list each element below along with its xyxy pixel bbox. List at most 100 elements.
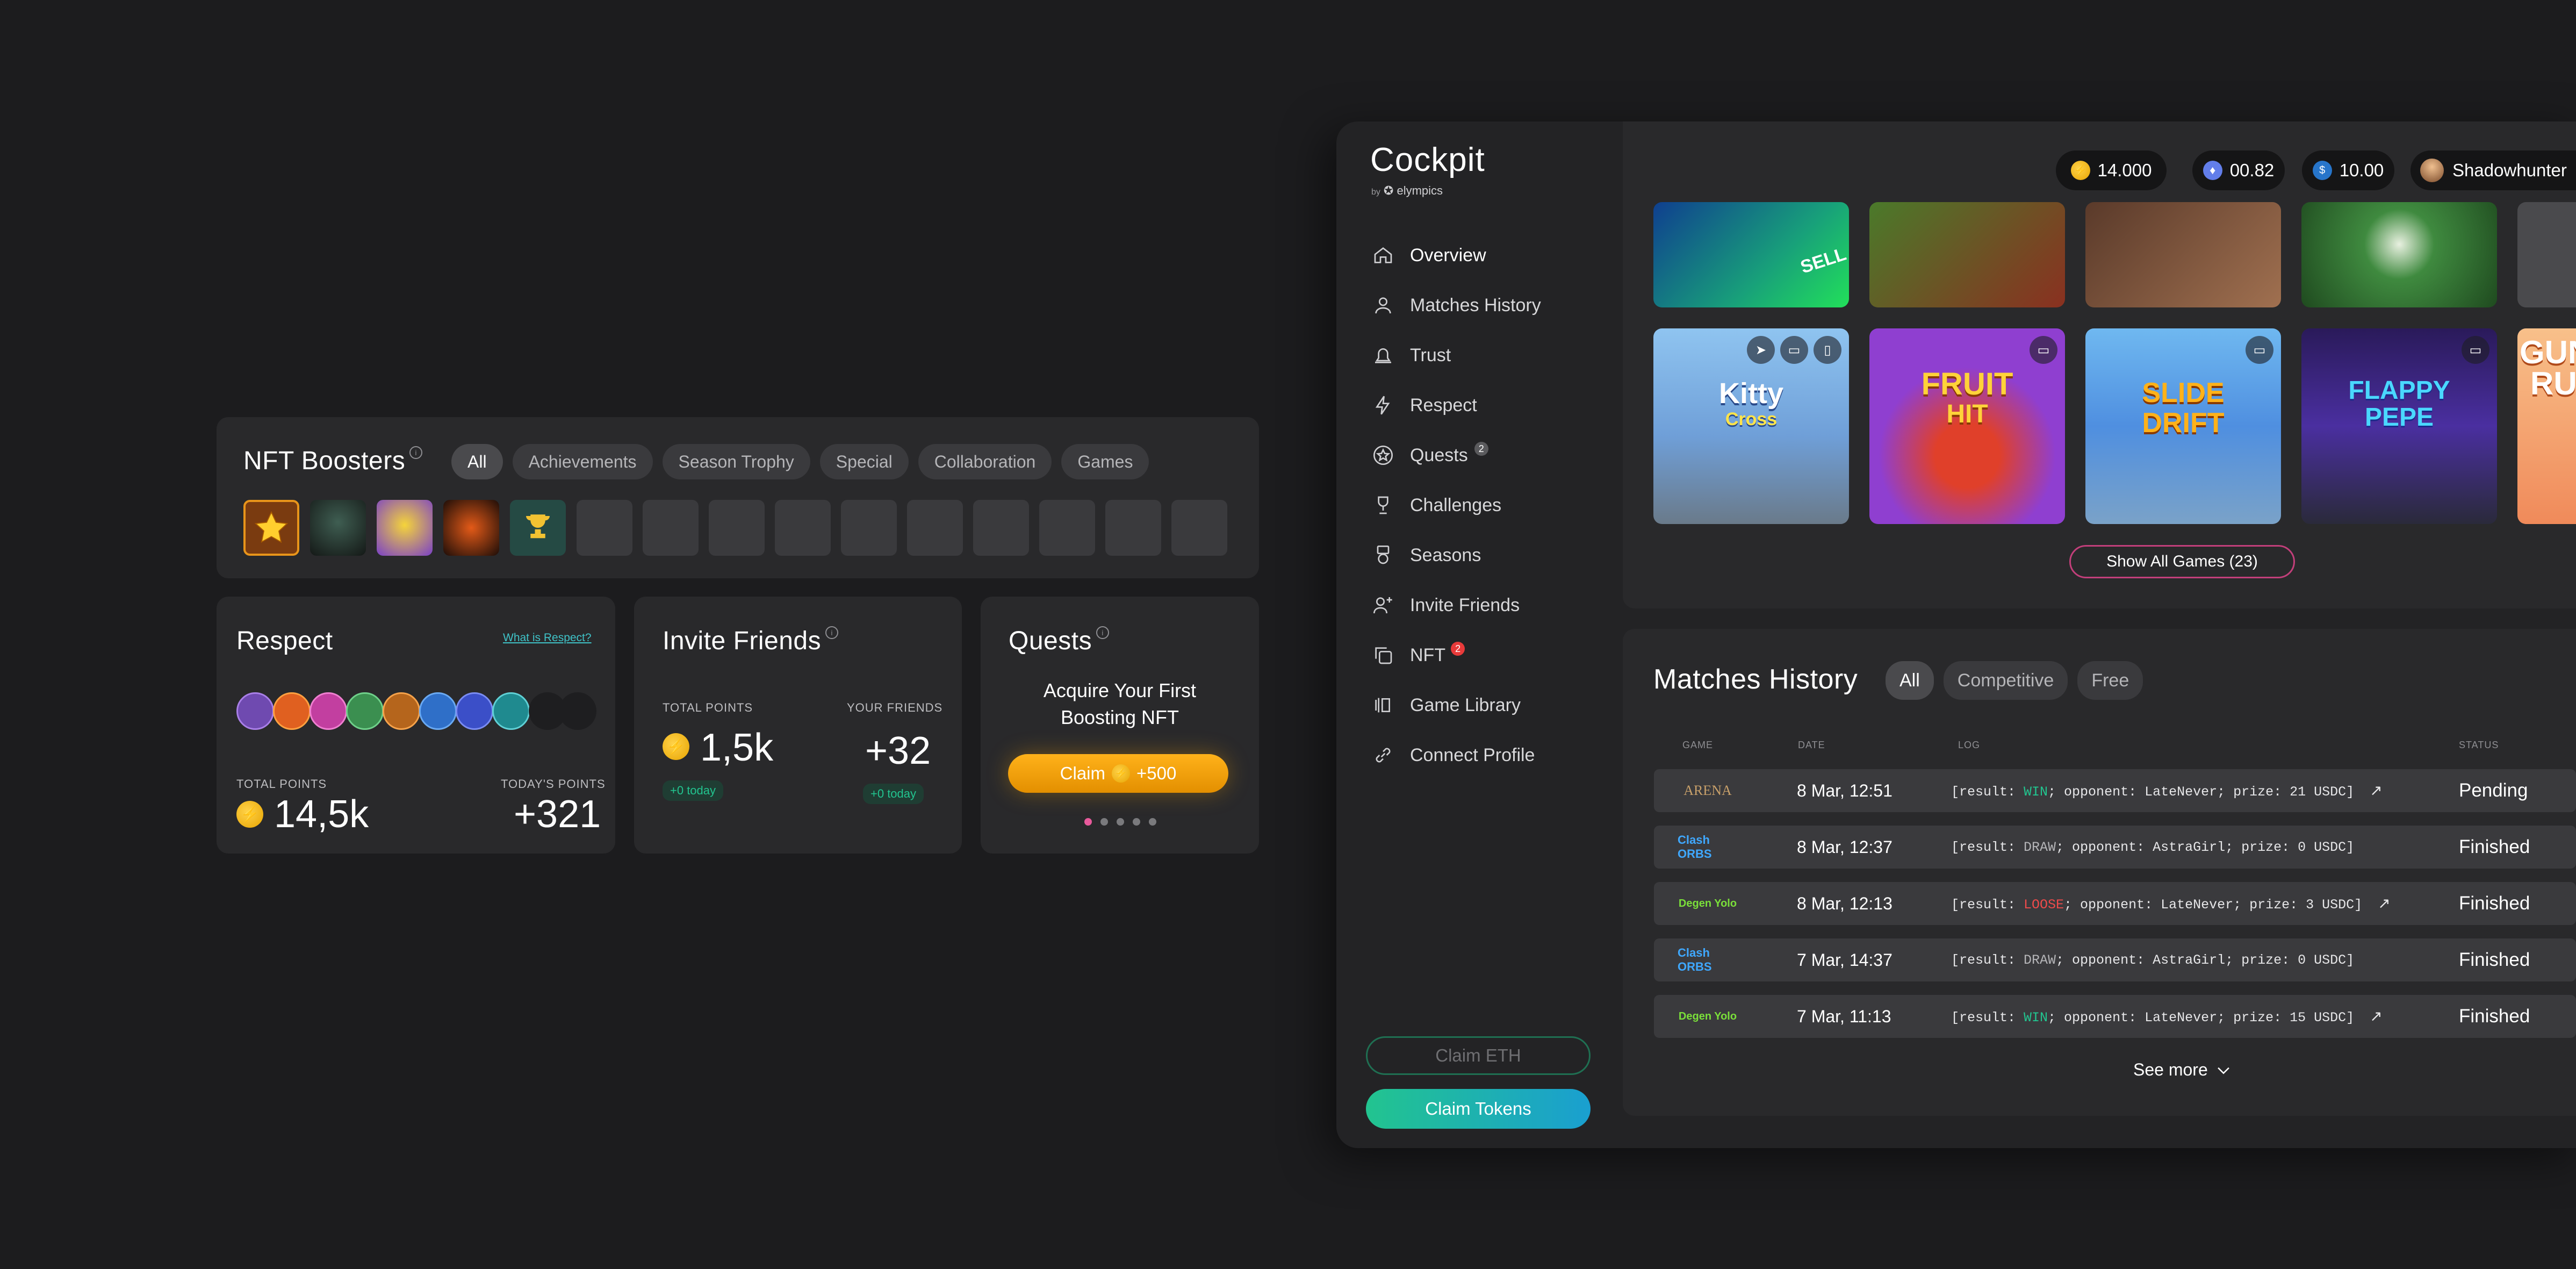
invite-friends-today: +0 today — [863, 784, 924, 804]
respect-badge-cup — [383, 692, 420, 730]
pagination-dot-active[interactable] — [1084, 818, 1092, 826]
log-suffix: ; opponent: AstraGirl; prize: 0 USDC] — [2056, 839, 2355, 855]
sidebar-item-invite-friends[interactable]: Invite Friends — [1371, 589, 1520, 621]
pagination-dot[interactable] — [1117, 818, 1124, 826]
wallet-usdc-value: 10.00 — [2339, 160, 2384, 180]
desktop-icon: ▭ — [2462, 336, 2489, 364]
respect-badge-empty — [559, 692, 596, 730]
quest-claim-amount: +500 — [1136, 763, 1177, 783]
game-tile-flappy-pepe[interactable]: FLAPPY PEPE ▭ — [2301, 328, 2497, 524]
booster-nft-fire-demon[interactable] — [443, 500, 499, 556]
game-tile-slide-drift[interactable]: SLIDE DRIFT ▭ — [2085, 328, 2281, 524]
respect-badge-fire — [273, 692, 311, 730]
external-link-icon[interactable]: ↗ — [2378, 894, 2390, 912]
sidebar-item-overview[interactable]: Overview — [1371, 239, 1486, 271]
app-window — [1336, 121, 2576, 1148]
external-link-icon[interactable]: ↗ — [2370, 1007, 2382, 1025]
info-icon[interactable]: i — [825, 626, 839, 639]
claim-eth-button[interactable]: Claim ETH — [1366, 1036, 1591, 1075]
game-title-line-1: Kitty — [1719, 377, 1783, 410]
game-tile-fruit-hit[interactable]: FRUIT HIT ▭ — [1869, 328, 2065, 524]
pagination-dot[interactable] — [1133, 818, 1140, 826]
wallet-eth-value: 00.82 — [2229, 160, 2275, 180]
sidebar-item-respect[interactable]: Respect — [1371, 389, 1477, 421]
sidebar-item-quests[interactable]: Quests 2 — [1371, 439, 1488, 471]
sidebar-item-trust[interactable]: Trust — [1371, 339, 1451, 371]
claim-tokens-button[interactable]: Claim Tokens — [1366, 1089, 1591, 1129]
log-prefix: [result: — [1951, 952, 2024, 968]
what-is-respect-link[interactable]: What is Respect? — [503, 632, 592, 644]
sidebar-item-matches-history[interactable]: Matches History — [1371, 289, 1541, 321]
sidebar-item-challenges[interactable]: Challenges — [1371, 489, 1501, 521]
quest-claim-button[interactable]: Claim ⚡ +500 — [1008, 754, 1228, 793]
booster-nft-star[interactable] — [243, 500, 299, 556]
booster-nft-creature[interactable] — [377, 500, 433, 556]
game-title-line-2: RU — [2530, 365, 2576, 402]
desktop-icon: ▭ — [2030, 336, 2057, 364]
pagination-dot[interactable] — [1100, 818, 1108, 826]
sidebar-item-connect-profile[interactable]: Connect Profile — [1371, 739, 1535, 771]
game-tile-top-3[interactable] — [2085, 202, 2281, 307]
show-all-games-button[interactable]: Show All Games (23) — [2069, 545, 2295, 578]
table-row[interactable]: Degen Yolo 8 Mar, 12:13 [result: LOOSE; … — [1654, 882, 2576, 925]
log-prefix: [result: — [1951, 784, 2024, 800]
quest-pagination — [1084, 818, 1156, 826]
external-link-icon[interactable]: ↗ — [2370, 782, 2382, 799]
respect-title: Respect — [236, 627, 333, 655]
log-result: WIN — [2024, 1010, 2048, 1026]
filter-season-trophy[interactable]: Season Trophy — [662, 444, 810, 479]
sidebar-item-nft[interactable]: NFT 2 — [1371, 639, 1465, 671]
match-log: [result: DRAW; opponent: AstraGirl; priz… — [1951, 952, 2354, 968]
info-icon[interactable]: i — [409, 446, 423, 459]
wallet-coins-pill[interactable]: ⚡ 14.000 — [2056, 150, 2167, 190]
respect-badge-trophy — [236, 692, 274, 730]
app-brand: by ✪ elympics — [1371, 184, 1443, 198]
pagination-dot[interactable] — [1149, 818, 1156, 826]
respect-total-value: 14,5k — [274, 793, 369, 836]
matches-filter-all[interactable]: All — [1886, 661, 1934, 700]
sidebar-item-game-library[interactable]: Game Library — [1371, 689, 1521, 721]
respect-badge-gamepad — [310, 692, 347, 730]
app-brand-name: elympics — [1397, 184, 1443, 197]
booster-nft-warrior[interactable] — [310, 500, 366, 556]
game-tile-kitty-cross[interactable]: Kitty Cross ➤ ▭ ▯ — [1653, 328, 1849, 524]
sidebar-label: Challenges — [1410, 494, 1502, 515]
sidebar-label: NFT — [1410, 644, 1446, 665]
quest-claim-label: Claim — [1060, 763, 1105, 783]
wallet-usdc-pill[interactable]: $10.00 — [2302, 150, 2394, 190]
game-logo-arena: ARENA — [1683, 783, 1732, 798]
filter-all[interactable]: All — [451, 444, 503, 479]
see-more-button[interactable]: See more — [2133, 1060, 2233, 1080]
desktop-icon: ▭ — [1780, 336, 1808, 364]
game-tile-top-5[interactable] — [2517, 202, 2576, 307]
game-tile-gun-run[interactable]: GUN RU — [2517, 328, 2576, 524]
booster-slot-empty — [643, 500, 699, 556]
game-title-line-1: FLAPPY — [2348, 376, 2450, 405]
coin-icon: ⚡ — [236, 801, 263, 828]
filter-achievements[interactable]: Achievements — [512, 444, 653, 479]
table-row[interactable]: Clash ORBS 7 Mar, 14:37 [result: DRAW; o… — [1654, 938, 2576, 981]
app-brand-by: by — [1371, 188, 1380, 197]
booster-slot-empty — [973, 500, 1029, 556]
user-profile-pill[interactable]: Shadowhunter — [2410, 150, 2576, 190]
matches-filter-free[interactable]: Free — [2077, 661, 2143, 700]
matches-filter-competitive[interactable]: Competitive — [1943, 661, 2068, 700]
library-icon — [1371, 693, 1395, 717]
game-title-line-2: Cross — [1725, 409, 1778, 429]
table-row[interactable]: Clash ORBS 8 Mar, 12:37 [result: DRAW; o… — [1654, 826, 2576, 869]
star-icon — [1371, 443, 1395, 467]
game-tile-top-4[interactable] — [2301, 202, 2497, 307]
respect-badge-plus — [419, 692, 457, 730]
wallet-eth-pill[interactable]: ♦ 00.82 — [2192, 150, 2285, 190]
game-logo-clash-orbs: Clash ORBS — [1678, 946, 1712, 973]
filter-special[interactable]: Special — [819, 444, 909, 479]
booster-nft-trophy[interactable] — [510, 500, 566, 556]
filter-collaboration[interactable]: Collaboration — [918, 444, 1052, 479]
filter-games[interactable]: Games — [1061, 444, 1149, 479]
respect-badge-calendar — [492, 692, 530, 730]
sidebar-item-seasons[interactable]: Seasons — [1371, 539, 1481, 571]
table-row[interactable]: Degen Yolo 7 Mar, 11:13 [result: WIN; op… — [1654, 995, 2576, 1038]
game-tile-top-2[interactable] — [1869, 202, 2065, 307]
table-row[interactable]: ARENA 8 Mar, 12:51 [result: WIN; opponen… — [1654, 769, 2576, 812]
info-icon[interactable]: i — [1096, 626, 1110, 639]
